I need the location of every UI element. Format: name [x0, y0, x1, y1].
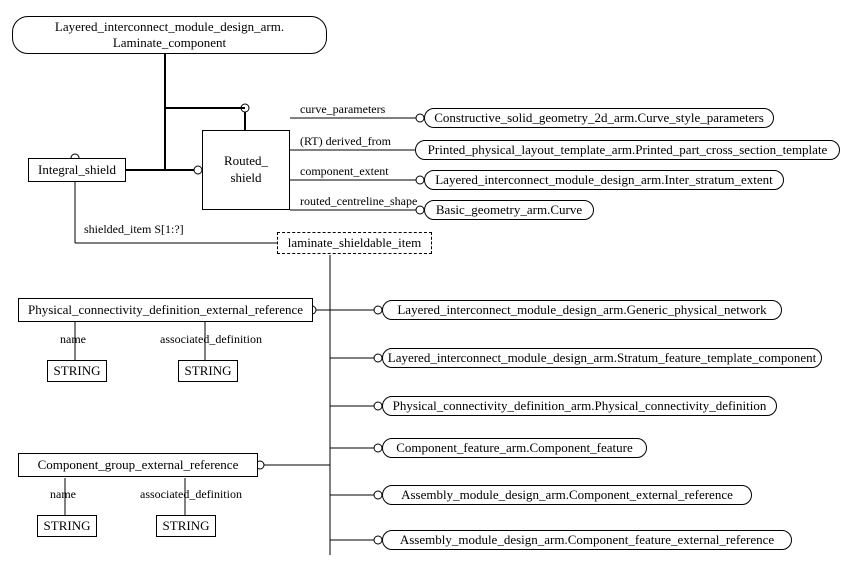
entity-label: Integral_shield: [38, 162, 116, 178]
type-label: STRING: [163, 518, 210, 534]
entity-label: Layered_interconnect_module_design_arm.S…: [388, 350, 817, 366]
entity-label: Physical_connectivity_definition_arm.Phy…: [393, 398, 767, 414]
entity-component-feature: Component_feature_arm.Component_feature: [382, 438, 647, 458]
attr-derived-from: (RT) derived_from: [300, 134, 391, 149]
entity-text-line1: Layered_interconnect_module_design_arm.: [55, 19, 284, 35]
entity-curve-style-parameters: Constructive_solid_geometry_2d_arm.Curve…: [424, 108, 774, 128]
entity-physical-connectivity-definition: Physical_connectivity_definition_arm.Phy…: [382, 396, 777, 416]
type-string-2: STRING: [178, 360, 238, 382]
entity-stratum-feature-template-component: Layered_interconnect_module_design_arm.S…: [382, 348, 822, 368]
select-laminate-shieldable-item: laminate_shieldable_item: [277, 232, 432, 254]
entity-label-l2: shield: [230, 170, 261, 187]
entity-pced: Physical_connectivity_definition_externa…: [18, 298, 313, 322]
type-string-4: STRING: [156, 515, 216, 537]
type-label: STRING: [44, 518, 91, 534]
entity-label: Physical_connectivity_definition_externa…: [28, 302, 303, 318]
attr-routed-centreline: routed_centreline_shape: [300, 194, 417, 209]
entity-label: Component_group_external_reference: [38, 457, 239, 473]
entity-integral-shield: Integral_shield: [28, 158, 126, 182]
entity-routed-shield: Routed_ shield: [202, 130, 290, 210]
entity-label: Printed_physical_layout_template_arm.Pri…: [428, 142, 828, 158]
entity-component-feature-external-reference: Assembly_module_design_arm.Component_fea…: [382, 530, 792, 550]
entity-label: Component_feature_arm.Component_feature: [396, 440, 632, 456]
entity-generic-physical-network: Layered_interconnect_module_design_arm.G…: [382, 300, 782, 320]
entity-label: Constructive_solid_geometry_2d_arm.Curve…: [434, 110, 764, 126]
attr-shielded-item: shielded_item S[1:?]: [84, 222, 184, 237]
entity-component-external-reference: Assembly_module_design_arm.Component_ext…: [382, 485, 752, 505]
type-label: STRING: [185, 363, 232, 379]
select-label: laminate_shieldable_item: [288, 235, 422, 251]
entity-label-l1: Routed_: [224, 153, 268, 170]
entity-label: Assembly_module_design_arm.Component_fea…: [400, 532, 774, 548]
entity-basic-curve: Basic_geometry_arm.Curve: [424, 200, 594, 220]
entity-text-line2: Laminate_component: [113, 35, 226, 51]
attr-pced-assoc: associated_definition: [160, 332, 262, 347]
attr-cger-assoc: associated_definition: [140, 487, 242, 502]
entity-label: Basic_geometry_arm.Curve: [436, 202, 582, 218]
attr-component-extent: component_extent: [300, 164, 389, 179]
attr-curve-parameters: curve_parameters: [300, 102, 385, 117]
attr-cger-name: name: [50, 487, 76, 502]
attr-pced-name: name: [60, 332, 86, 347]
entity-label: Assembly_module_design_arm.Component_ext…: [401, 487, 733, 503]
entity-label: Layered_interconnect_module_design_arm.G…: [397, 302, 766, 318]
entity-printed-part-cross-section: Printed_physical_layout_template_arm.Pri…: [415, 140, 840, 160]
entity-laminate-component: Layered_interconnect_module_design_arm. …: [12, 16, 327, 54]
type-string-3: STRING: [37, 515, 97, 537]
entity-label: Layered_interconnect_module_design_arm.I…: [435, 172, 773, 188]
type-label: STRING: [54, 363, 101, 379]
entity-inter-stratum-extent: Layered_interconnect_module_design_arm.I…: [424, 170, 784, 190]
type-string-1: STRING: [47, 360, 107, 382]
entity-cger: Component_group_external_reference: [18, 453, 258, 477]
